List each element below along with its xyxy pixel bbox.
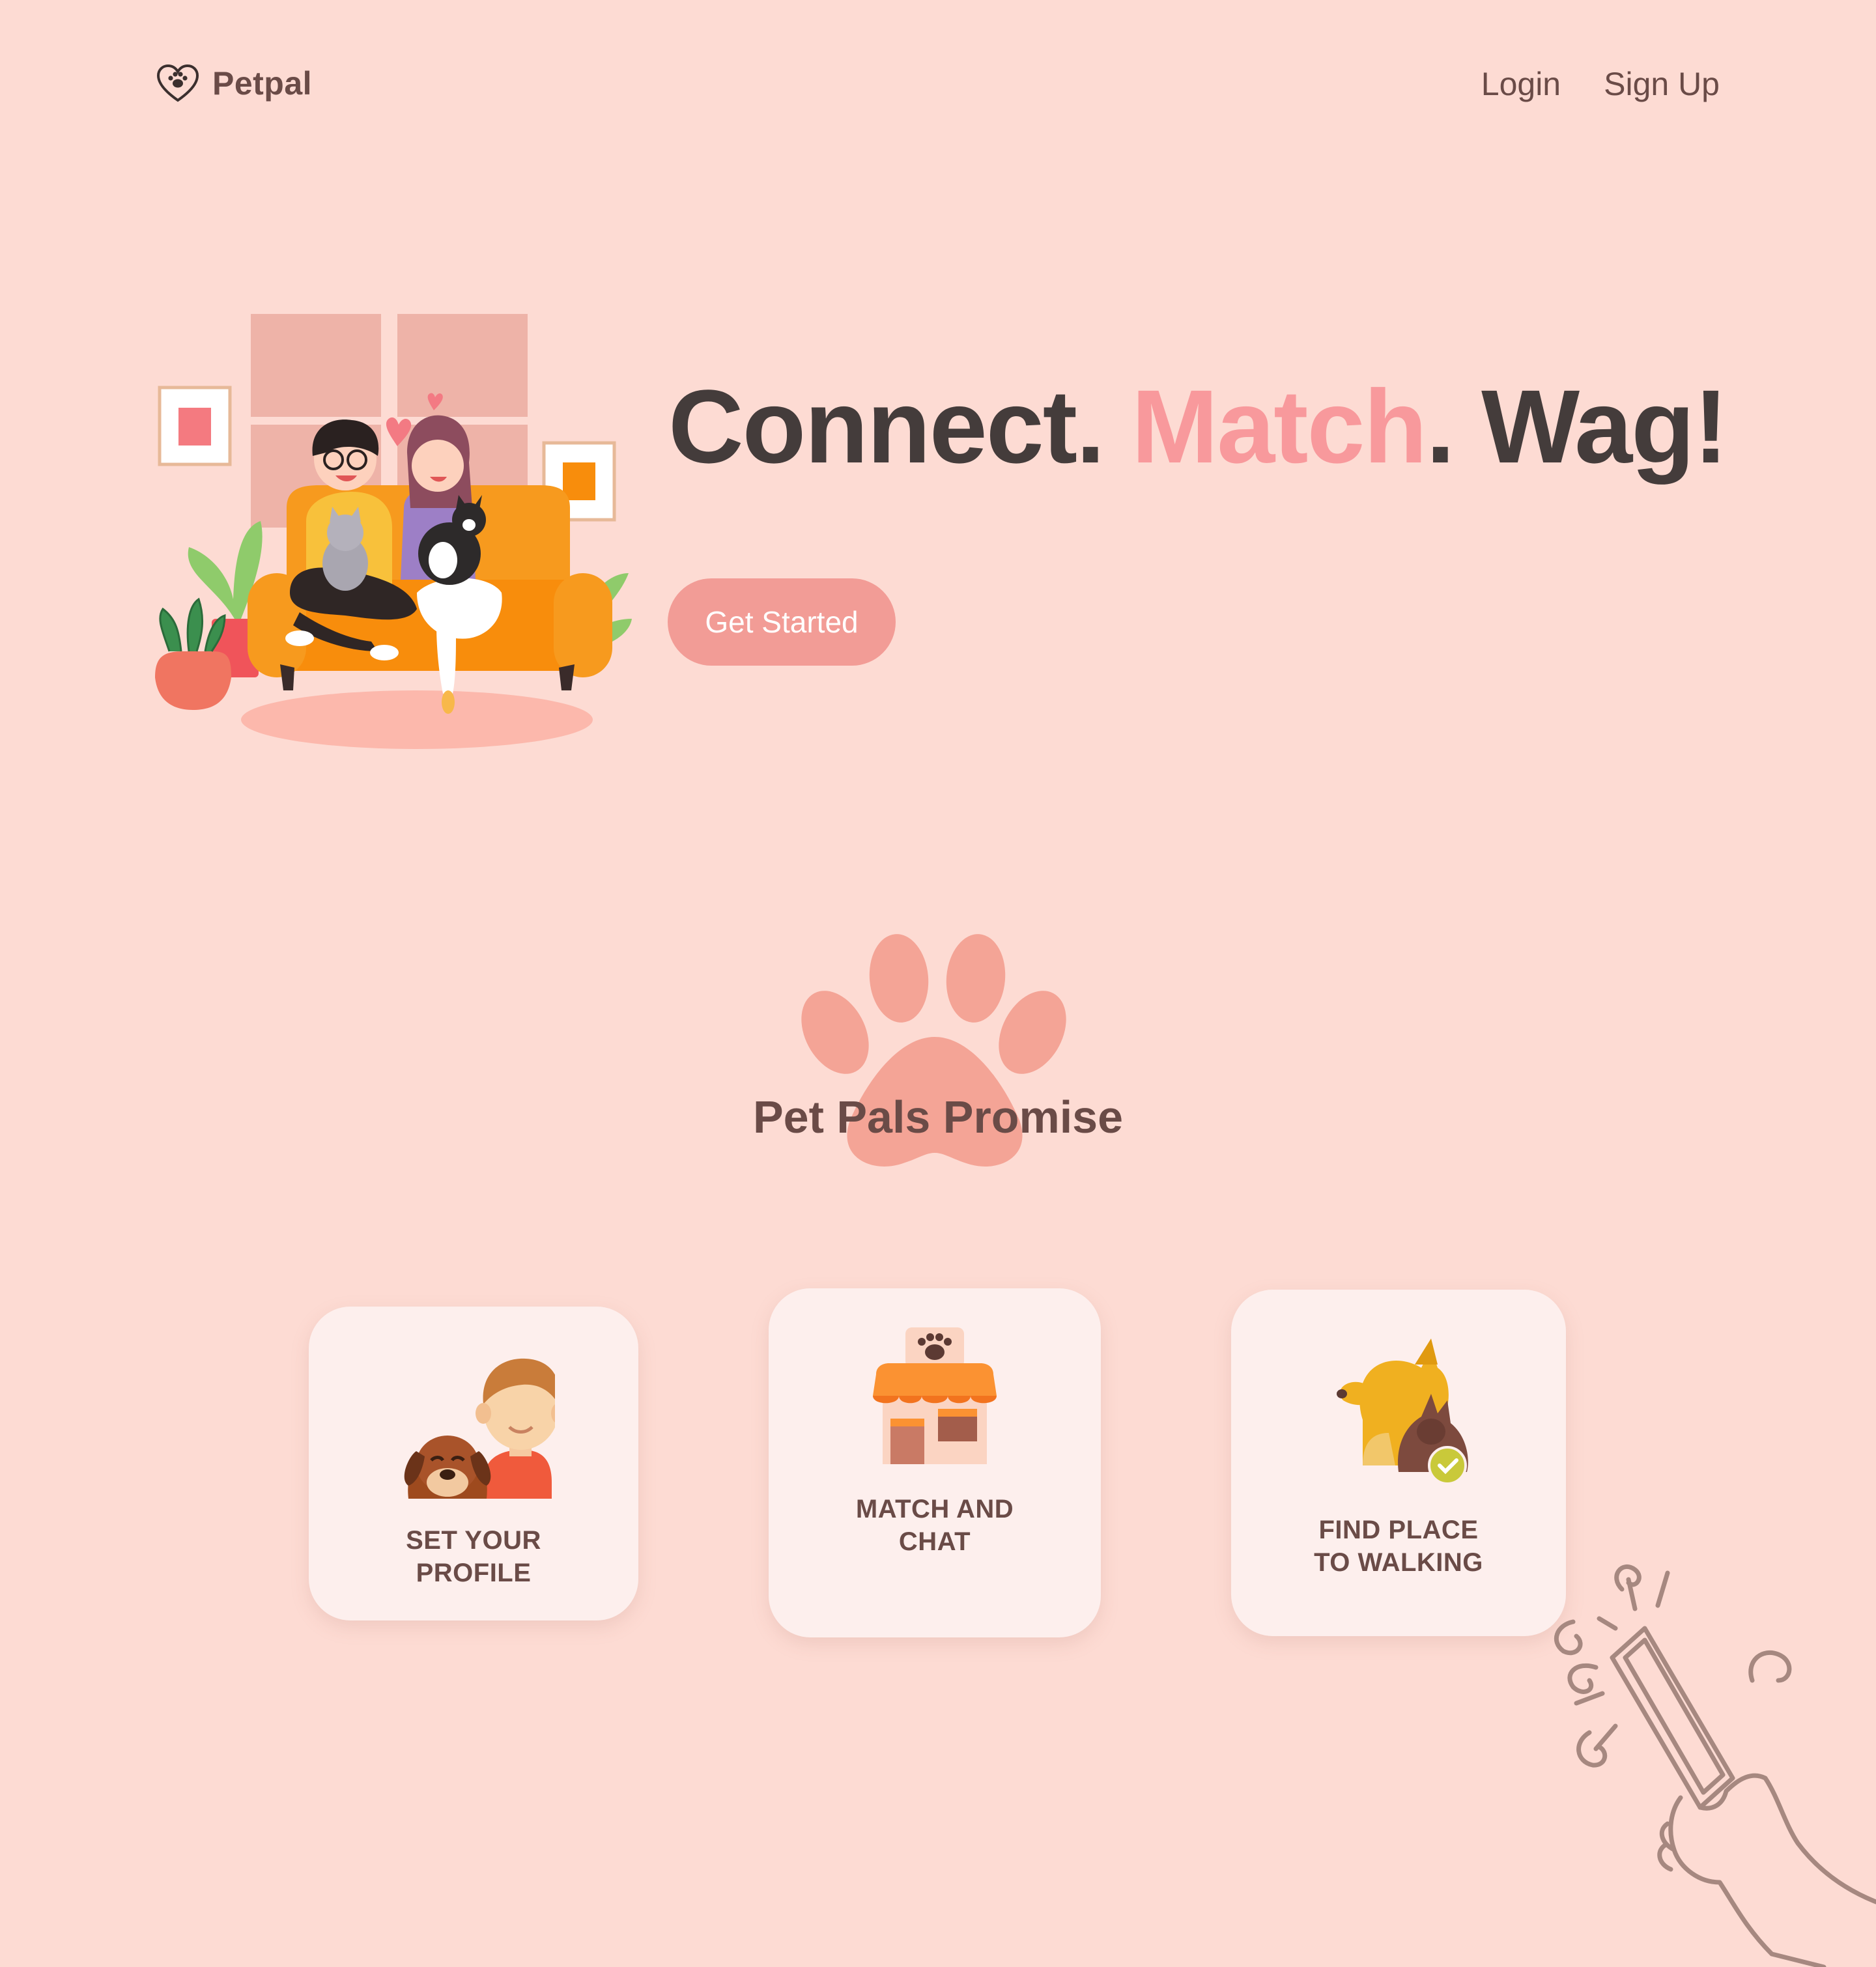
brand-name: Petpal: [212, 65, 313, 102]
headline-part-connect: Connect.: [668, 368, 1131, 485]
promise-section-title: Pet Pals Promise: [752, 1092, 1124, 1142]
set-profile-card[interactable]: SET YOUR PROFILE: [309, 1307, 638, 1620]
get-started-button[interactable]: Get Started: [668, 578, 896, 666]
person-with-dog-icon: [404, 1358, 555, 1499]
card-label: FIND PLACE TO WALKING: [1314, 1516, 1483, 1577]
find-walking-place-card[interactable]: FIND PLACE TO WALKING: [1231, 1290, 1566, 1636]
headline-part-wag: . Wag!: [1426, 368, 1728, 485]
couple-with-pets-illustration: [155, 314, 632, 749]
heart-paw-icon: [156, 64, 199, 102]
plant-left: [155, 521, 263, 710]
card-label: MATCH AND CHAT: [855, 1495, 1014, 1556]
dog-and-cat-check-icon: [1337, 1338, 1468, 1485]
brand-logo[interactable]: Petpal: [156, 64, 312, 103]
match-chat-card[interactable]: MATCH AND CHAT: [769, 1288, 1101, 1637]
pet-shop-icon: [873, 1327, 997, 1464]
hand-holding-phone-doodle: [1554, 1564, 1876, 1967]
headline-accent-match: Match: [1131, 368, 1427, 485]
top-nav: Login Sign Up: [1481, 65, 1720, 103]
signup-link[interactable]: Sign Up: [1604, 65, 1720, 103]
picture-frame-left: [158, 386, 232, 466]
floor-shadow: [241, 690, 593, 749]
card-label: SET YOUR PROFILE: [406, 1526, 541, 1587]
hero-headline: Connect. Match. Wag!: [668, 375, 1728, 479]
login-link[interactable]: Login: [1481, 65, 1561, 103]
